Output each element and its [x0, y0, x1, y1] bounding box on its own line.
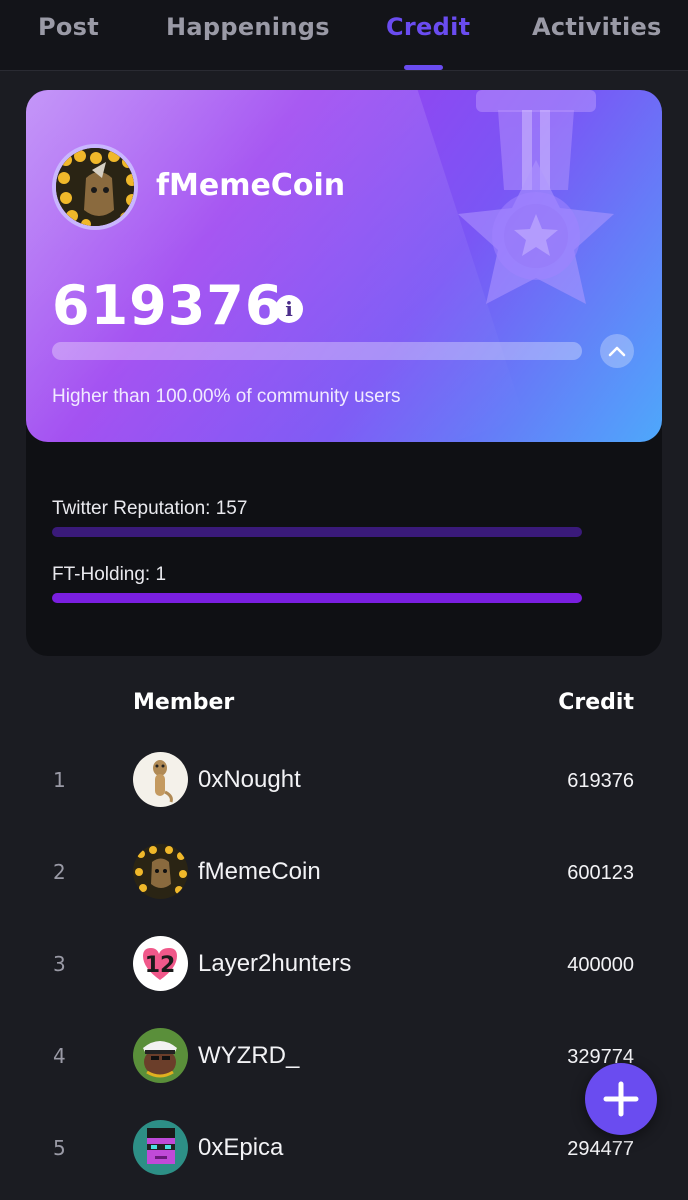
row-member-name: 0xNought — [198, 766, 301, 793]
ft-holding-bar — [52, 593, 582, 603]
card-username: fMemeCoin — [156, 168, 346, 203]
pixel-face-avatar — [133, 1120, 188, 1175]
row-credit-value: 294477 — [567, 1138, 634, 1160]
row-credit-value: 600123 — [567, 862, 634, 884]
member-column-header: Member — [133, 690, 235, 715]
table-row[interactable]: 3 12 Layer2hunters 400000 — [0, 926, 688, 1018]
credit-card: fMemeCoin 619376 i Higher than 100.00% o… — [26, 90, 662, 442]
tab-credit[interactable]: Credit — [386, 10, 470, 44]
svg-text:12: 12 — [145, 953, 176, 978]
twitter-reputation-bar — [52, 527, 582, 537]
table-row[interactable]: 1 0xNought 619376 — [0, 742, 688, 834]
medal-icon — [458, 90, 614, 304]
row-rank: 2 — [53, 860, 66, 884]
coin-cat-avatar — [133, 844, 188, 899]
credit-column-header: Credit — [558, 690, 634, 715]
l2-logo-avatar: 12 — [133, 936, 188, 991]
row-rank: 1 — [53, 768, 66, 792]
tab-happenings[interactable]: Happenings — [166, 10, 330, 44]
meerkat-avatar — [133, 752, 188, 807]
twitter-reputation-label: Twitter Reputation: 157 — [52, 498, 248, 519]
user-avatar — [52, 144, 138, 230]
row-rank: 4 — [53, 1044, 66, 1068]
row-rank: 5 — [53, 1136, 66, 1160]
row-member-name: 0xEpica — [198, 1134, 284, 1161]
info-icon[interactable]: i — [275, 295, 303, 323]
percentile-text: Higher than 100.00% of community users — [52, 386, 401, 407]
credit-panel: fMemeCoin 619376 i Higher than 100.00% o… — [26, 90, 662, 656]
credit-progress-bar — [52, 342, 582, 360]
tab-bar: Post Happenings Credit Activities — [0, 0, 688, 71]
captain-avatar — [133, 1028, 188, 1083]
ft-holding-label: FT-Holding: 1 — [52, 564, 167, 585]
table-row[interactable]: 2 fMemeCoin 600123 — [0, 834, 688, 926]
active-tab-indicator — [404, 65, 443, 70]
tab-post[interactable]: Post — [38, 10, 99, 44]
row-credit-value: 400000 — [567, 954, 634, 976]
add-button[interactable] — [585, 1063, 657, 1135]
row-member-name: WYZRD_ — [198, 1042, 300, 1069]
row-rank: 3 — [53, 952, 66, 976]
collapse-button[interactable] — [600, 334, 634, 368]
row-credit-value: 619376 — [567, 770, 634, 792]
row-member-name: Layer2hunters — [198, 950, 352, 977]
row-member-name: fMemeCoin — [198, 858, 321, 885]
tab-activities[interactable]: Activities — [532, 10, 662, 44]
credit-score: 619376 — [52, 274, 284, 337]
chevron-up-icon — [608, 346, 626, 357]
plus-icon — [603, 1081, 639, 1117]
